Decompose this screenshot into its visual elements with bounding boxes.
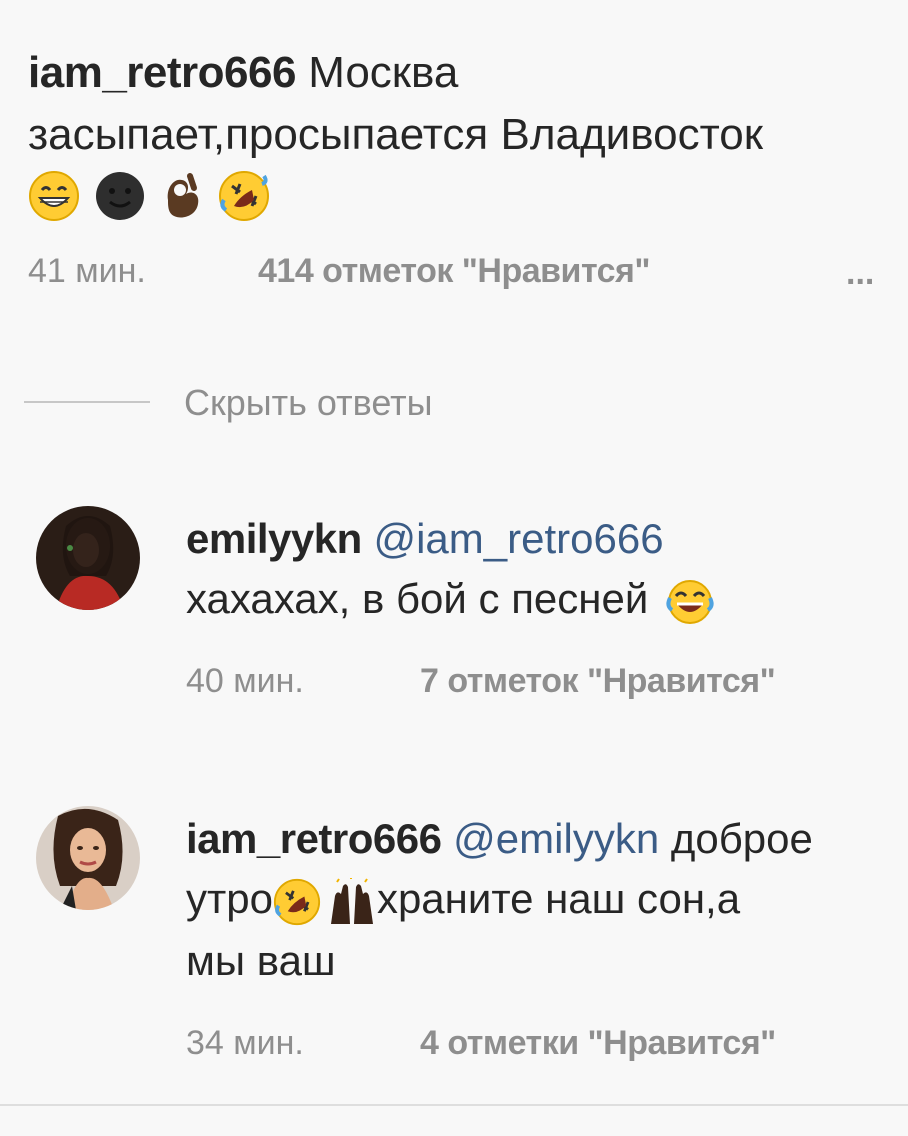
new-moon-face-icon xyxy=(96,172,144,220)
avatar-image xyxy=(36,806,140,910)
reply-1-username[interactable]: emilyykn xyxy=(186,515,362,562)
reply-2-username[interactable]: iam_retro666 xyxy=(186,815,442,862)
main-comment-emojis xyxy=(28,170,908,222)
grinning-face-icon xyxy=(29,171,79,221)
reply-2-likes-wrap: 4 отметки "Нравится" xyxy=(420,1024,776,1063)
main-comment-username[interactable]: iam_retro666 xyxy=(28,48,296,97)
reply-1-line1: emilyykn @iam_retro666 xyxy=(186,512,664,566)
rofl-icon xyxy=(273,878,321,925)
raising-hands-icon xyxy=(330,877,373,924)
main-comment-meta: 41 мин. xyxy=(28,252,146,291)
main-comment-line1: iam_retro666 Москва xyxy=(28,42,908,104)
avatar-iam-retro666[interactable] xyxy=(36,806,140,910)
reply-2-time: 34 мин. xyxy=(186,1024,304,1062)
reply-1-likes-wrap: 7 отметок "Нравится" xyxy=(420,662,776,701)
main-comment-more[interactable]: ... xyxy=(846,254,874,293)
reply-2-line2: утро храните наш сон,а xyxy=(186,872,740,926)
main-comment-time: 41 мин. xyxy=(28,252,146,290)
avatar-emilyykn[interactable] xyxy=(36,506,140,610)
main-comment-likes[interactable]: 414 отметок "Нравится" xyxy=(258,252,651,290)
reply-1-likes[interactable]: 7 отметок "Нравится" xyxy=(420,662,776,700)
bottom-divider xyxy=(0,1104,908,1106)
main-comment: iam_retro666 Москва засыпает,просыпается… xyxy=(28,42,908,222)
rofl-icon xyxy=(219,171,269,221)
reply-1-line2: хахахах, в бой с песней xyxy=(186,572,714,626)
hide-replies-button[interactable]: Скрыть ответы xyxy=(184,382,433,424)
reply-2-text-part1: доброе xyxy=(670,815,813,862)
avatar-image xyxy=(36,506,140,610)
reply-1-mention[interactable]: @iam_retro666 xyxy=(373,515,663,562)
ok-hand-icon xyxy=(167,173,199,218)
hide-replies-divider xyxy=(24,401,150,403)
main-comment-text-line1: Москва xyxy=(308,48,459,97)
main-comment-likes-wrap: 414 отметок "Нравится" xyxy=(258,252,651,291)
reply-2-line3: мы ваш xyxy=(186,937,336,984)
reply-2-line1: iam_retro666 @emilyykn доброе xyxy=(186,812,908,866)
reply-2-likes[interactable]: 4 отметки "Нравится" xyxy=(420,1024,776,1062)
reply-2-mention[interactable]: @emilyykn xyxy=(453,815,659,862)
reply-1-time: 40 мин. xyxy=(186,662,304,700)
reply-2-text-part2: утро xyxy=(186,875,273,922)
reply-1-text: хахахах, в бой с песней xyxy=(186,575,649,622)
tears-of-joy-icon xyxy=(666,579,714,624)
main-comment-line2: засыпает,просыпается Владивосток xyxy=(28,110,763,159)
reply-2-text-part3: храните наш сон,а xyxy=(376,875,741,922)
